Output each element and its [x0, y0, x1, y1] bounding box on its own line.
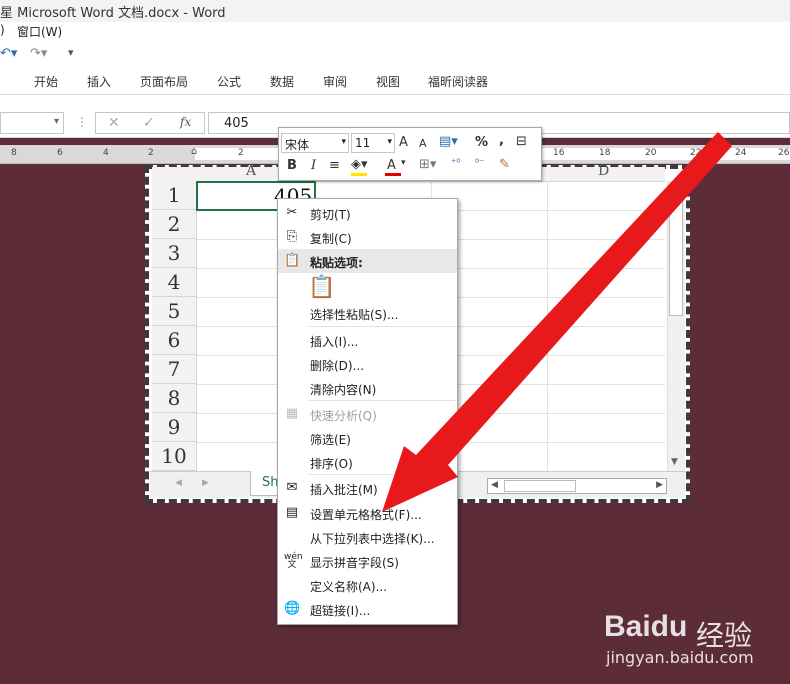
- watermark-url: jingyan.baidu.com: [606, 648, 754, 667]
- annotation-arrow: [382, 132, 732, 512]
- watermark-brand: Baidu: [604, 610, 688, 643]
- baidu-watermark: Baidu 经验 jingyan.baidu.com: [604, 600, 790, 684]
- red-arrow-icon: [382, 132, 732, 512]
